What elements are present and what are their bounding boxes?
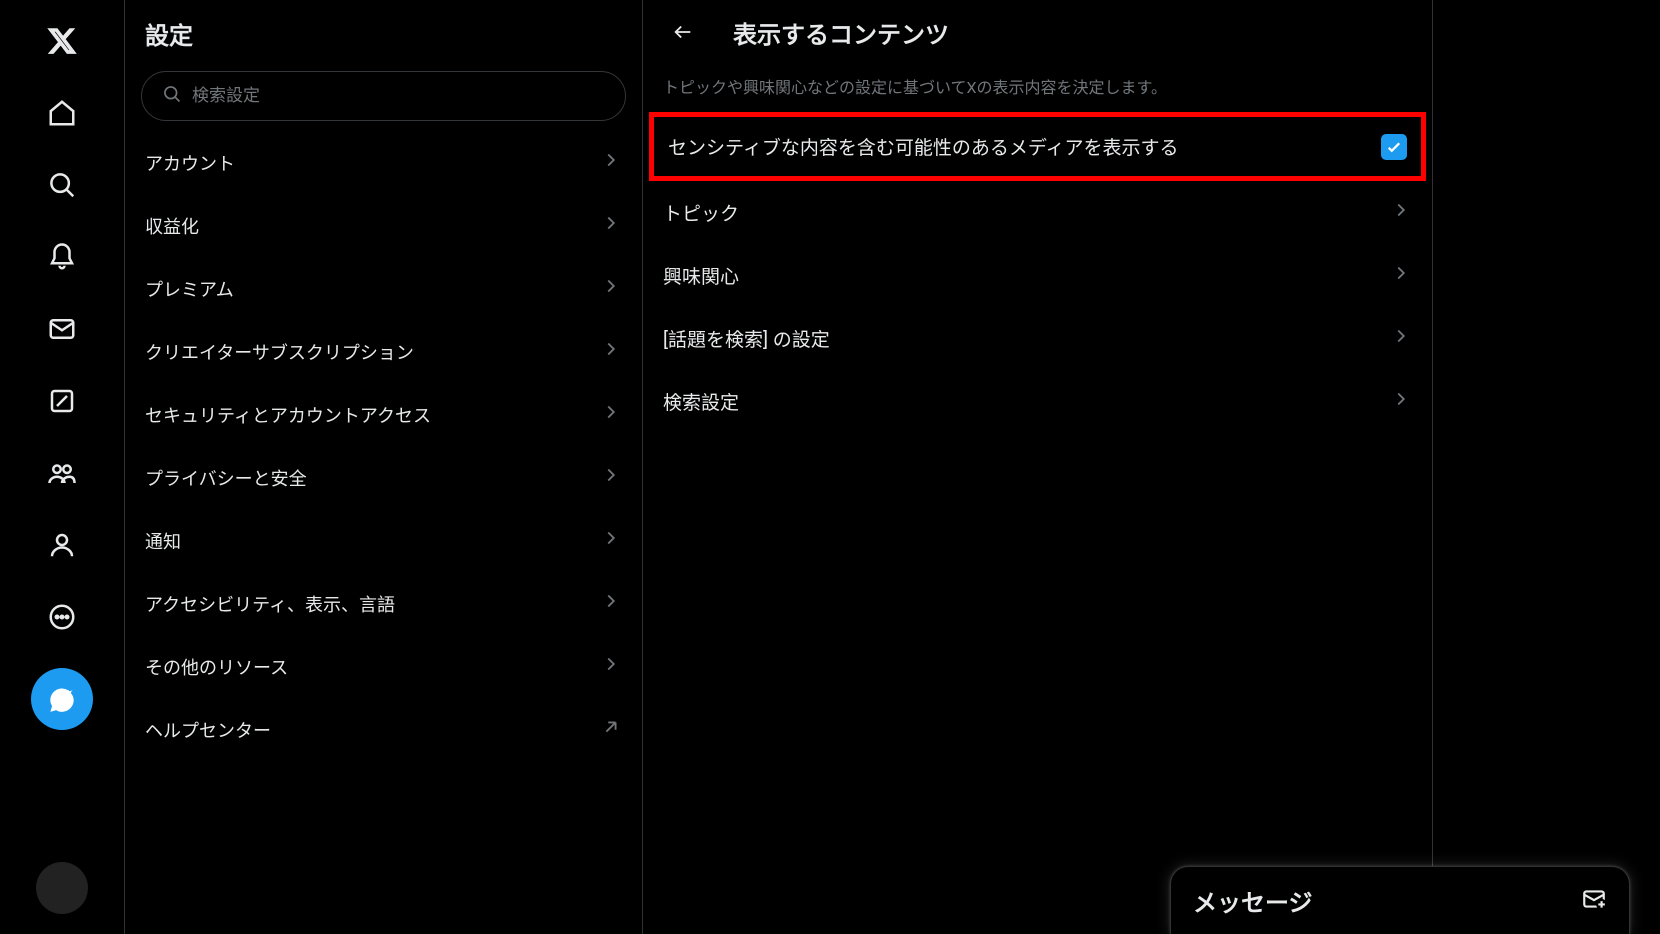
notifications-icon[interactable] <box>35 230 89 284</box>
external-link-icon <box>600 716 622 743</box>
settings-item-label: クリエイターサブスクリプション <box>145 339 414 365</box>
settings-item-label: アクセシビリティ、表示、言語 <box>145 591 395 617</box>
profile-icon[interactable] <box>35 518 89 572</box>
chevron-right-icon <box>1390 199 1412 226</box>
chevron-right-icon <box>600 401 622 428</box>
chevron-right-icon <box>600 464 622 491</box>
detail-item-search-settings[interactable]: 検索設定 <box>643 370 1432 433</box>
detail-item-label: トピック <box>663 199 739 226</box>
settings-item-label: その他のリソース <box>145 654 288 680</box>
settings-item-label: セキュリティとアカウントアクセス <box>145 402 431 428</box>
settings-item-premium[interactable]: プレミアム <box>125 257 642 320</box>
settings-header: 設定 <box>125 0 642 61</box>
sensitive-media-label: センシティブな内容を含む可能性のあるメディアを表示する <box>668 133 1179 160</box>
chevron-right-icon <box>600 275 622 302</box>
detail-item-label: 興味関心 <box>663 262 739 289</box>
detail-item-interests[interactable]: 興味関心 <box>643 244 1432 307</box>
settings-item-privacy[interactable]: プライバシーと安全 <box>125 446 642 509</box>
chevron-right-icon <box>1390 388 1412 415</box>
detail-item-topics[interactable]: トピック <box>643 181 1432 244</box>
chevron-right-icon <box>600 212 622 239</box>
more-icon[interactable] <box>35 590 89 644</box>
messages-dock[interactable]: メッセージ <box>1170 866 1630 934</box>
settings-item-label: ヘルプセンター <box>145 717 271 743</box>
compose-message-icon[interactable] <box>1581 886 1607 916</box>
communities-icon[interactable] <box>35 446 89 500</box>
back-button[interactable] <box>663 12 703 52</box>
sensitive-media-toggle-row[interactable]: センシティブな内容を含む可能性のあるメディアを表示する <box>649 112 1426 181</box>
detail-description: トピックや興味関心などの設定に基づいてXの表示内容を決定します。 <box>643 64 1432 112</box>
settings-item-label: プレミアム <box>145 276 234 302</box>
settings-list: アカウント 収益化 プレミアム クリエイターサブスクリプション セキュリティとア… <box>125 131 642 761</box>
settings-column: 設定 アカウント 収益化 プレミアム ク <box>125 0 643 934</box>
settings-item-label: アカウント <box>145 150 235 176</box>
search-box[interactable] <box>141 71 626 121</box>
chevron-right-icon <box>1390 325 1412 352</box>
settings-title: 設定 <box>145 16 622 51</box>
settings-item-monetization[interactable]: 収益化 <box>125 194 642 257</box>
chevron-right-icon <box>600 149 622 176</box>
search-icon <box>162 84 182 108</box>
compose-button[interactable] <box>31 668 93 730</box>
settings-item-help[interactable]: ヘルプセンター <box>125 698 642 761</box>
chevron-right-icon <box>600 527 622 554</box>
chevron-right-icon <box>600 590 622 617</box>
navigation-rail <box>0 0 125 934</box>
settings-item-label: 通知 <box>145 528 181 554</box>
settings-search-input[interactable] <box>192 86 605 106</box>
settings-item-label: プライバシーと安全 <box>145 465 307 491</box>
detail-list: センシティブな内容を含む可能性のあるメディアを表示する トピック 興味関心 [話… <box>643 112 1432 433</box>
detail-title: 表示するコンテンツ <box>733 15 949 50</box>
messages-icon[interactable] <box>35 302 89 356</box>
settings-item-security[interactable]: セキュリティとアカウントアクセス <box>125 383 642 446</box>
chevron-right-icon <box>600 338 622 365</box>
settings-item-label: 収益化 <box>145 213 199 239</box>
settings-item-accessibility[interactable]: アクセシビリティ、表示、言語 <box>125 572 642 635</box>
sensitive-media-checkbox[interactable] <box>1381 134 1407 160</box>
detail-item-explore-settings[interactable]: [話題を検索] の設定 <box>643 307 1432 370</box>
settings-item-account[interactable]: アカウント <box>125 131 642 194</box>
chevron-right-icon <box>1390 262 1412 289</box>
chevron-right-icon <box>600 653 622 680</box>
grok-icon[interactable] <box>35 374 89 428</box>
detail-header: 表示するコンテンツ <box>643 0 1432 64</box>
x-logo-icon[interactable] <box>35 14 89 68</box>
settings-item-notifications[interactable]: 通知 <box>125 509 642 572</box>
messages-title: メッセージ <box>1193 883 1313 918</box>
detail-item-label: 検索設定 <box>663 388 739 415</box>
detail-column: 表示するコンテンツ トピックや興味関心などの設定に基づいてXの表示内容を決定しま… <box>643 0 1433 934</box>
settings-item-additional[interactable]: その他のリソース <box>125 635 642 698</box>
home-icon[interactable] <box>35 86 89 140</box>
search-icon[interactable] <box>35 158 89 212</box>
avatar[interactable] <box>36 862 88 914</box>
settings-item-creator-subscriptions[interactable]: クリエイターサブスクリプション <box>125 320 642 383</box>
detail-item-label: [話題を検索] の設定 <box>663 325 830 352</box>
